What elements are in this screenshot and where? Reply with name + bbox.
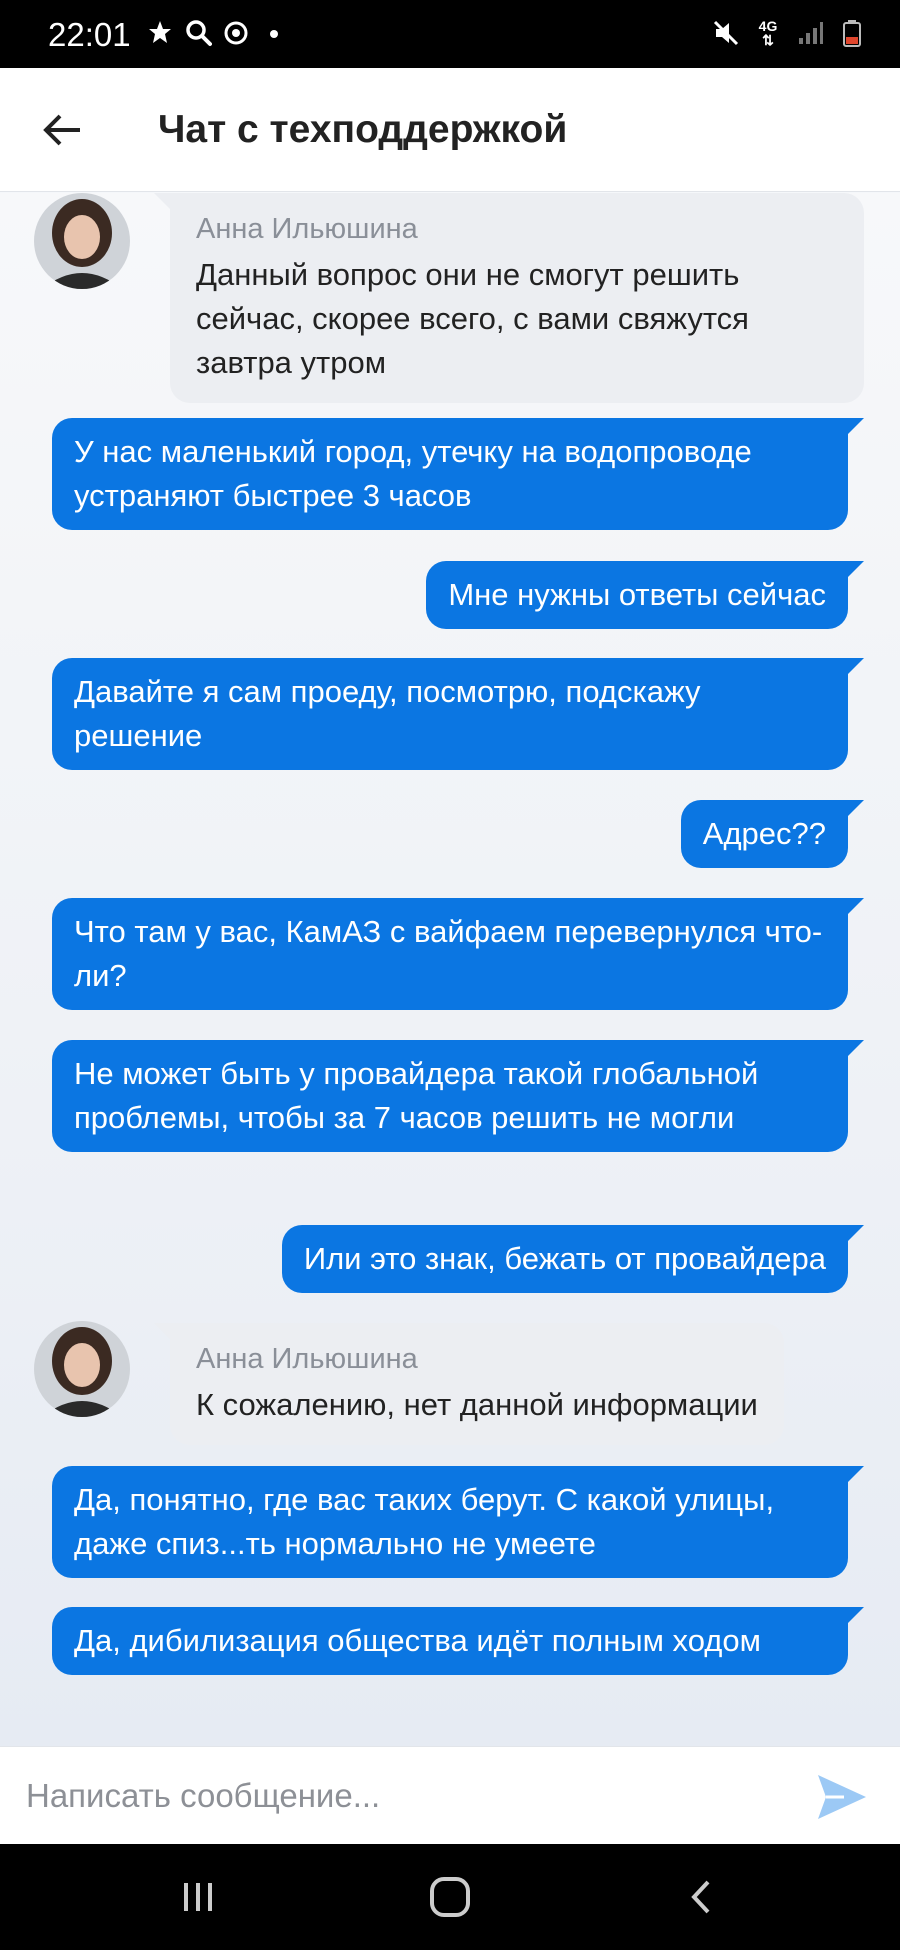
message-text: Давайте я сам проеду, посмотрю, подскажу…	[74, 674, 701, 753]
message-composer	[0, 1746, 900, 1844]
back-button[interactable]	[36, 104, 88, 156]
search-icon	[184, 16, 212, 50]
sync-icon	[222, 16, 250, 50]
transfer-arrows-icon: ⇅	[762, 32, 774, 48]
avatar	[34, 193, 130, 289]
message-text: Мне нужны ответы сейчас	[448, 577, 826, 612]
system-back-button[interactable]	[672, 1872, 732, 1922]
recent-apps-button[interactable]	[168, 1872, 228, 1922]
chat-messages[interactable]: Анна Ильюшина Данный вопрос они не смогу…	[0, 193, 900, 1746]
status-time: 22:01	[48, 16, 131, 53]
message-text: Данный вопрос они не смогут решить сейча…	[196, 257, 749, 380]
network-4g-icon: 4G ⇅	[754, 16, 782, 50]
outgoing-message: Давайте я сам проеду, посмотрю, подскажу…	[52, 658, 864, 770]
message-text: Не может быть у провайдера такой глобаль…	[74, 1056, 759, 1135]
message-text: У нас маленький город, утечку на водопро…	[74, 434, 752, 513]
message-text: Адрес??	[702, 816, 826, 851]
sender-name: Анна Ильюшина	[196, 213, 418, 245]
outgoing-message: Да, понятно, где вас таких берут. С како…	[52, 1466, 864, 1578]
mute-icon	[712, 16, 740, 50]
status-icons-left	[146, 16, 288, 50]
page-title: Чат с техподдержкой	[158, 108, 568, 151]
arrow-left-icon	[43, 114, 80, 146]
sender-name: Анна Ильюшина	[196, 1343, 418, 1375]
outgoing-message: Мне нужны ответы сейчас	[426, 561, 864, 629]
message-text: К сожалению, нет данной информации	[196, 1387, 758, 1422]
incoming-message: Анна Ильюшина К сожалению, нет данной ин…	[154, 1323, 784, 1445]
recent-apps-icon	[184, 1883, 212, 1911]
message-text: Да, дибилизация общества идёт полным ход…	[74, 1623, 761, 1658]
send-icon	[818, 1775, 866, 1819]
dot-icon	[260, 16, 288, 50]
battery-icon	[838, 16, 866, 50]
outgoing-message: Адрес??	[680, 800, 865, 868]
outgoing-message: Не может быть у провайдера такой глобаль…	[52, 1040, 864, 1152]
system-nav-bar	[0, 1844, 900, 1950]
incoming-message: Анна Ильюшина Данный вопрос они не смогу…	[154, 193, 864, 403]
home-icon	[430, 1877, 470, 1917]
network-label: 4G	[758, 18, 778, 34]
notification-icon	[146, 16, 174, 50]
avatar	[34, 1321, 130, 1417]
outgoing-message: Да, дибилизация общества идёт полным ход…	[52, 1607, 864, 1675]
status-bar: 22:01 4G ⇅	[0, 0, 900, 68]
outgoing-message: Или это знак, бежать от провайдера	[281, 1225, 865, 1293]
status-icons-right: 4G ⇅	[712, 16, 866, 50]
outgoing-message: У нас маленький город, утечку на водопро…	[52, 418, 864, 530]
app-bar: Чат с техподдержкой	[0, 68, 900, 192]
message-text: Да, понятно, где вас таких берут. С како…	[74, 1482, 775, 1561]
message-text: Или это знак, бежать от провайдера	[303, 1241, 826, 1276]
message-input[interactable]	[26, 1765, 766, 1827]
send-button[interactable]	[814, 1769, 870, 1825]
home-button[interactable]	[420, 1872, 480, 1922]
back-icon	[691, 1880, 710, 1914]
signal-icon	[796, 16, 824, 50]
outgoing-message: Что там у вас, КамАЗ с вайфаем переверну…	[52, 898, 864, 1010]
message-text: Что там у вас, КамАЗ с вайфаем переверну…	[74, 914, 823, 993]
